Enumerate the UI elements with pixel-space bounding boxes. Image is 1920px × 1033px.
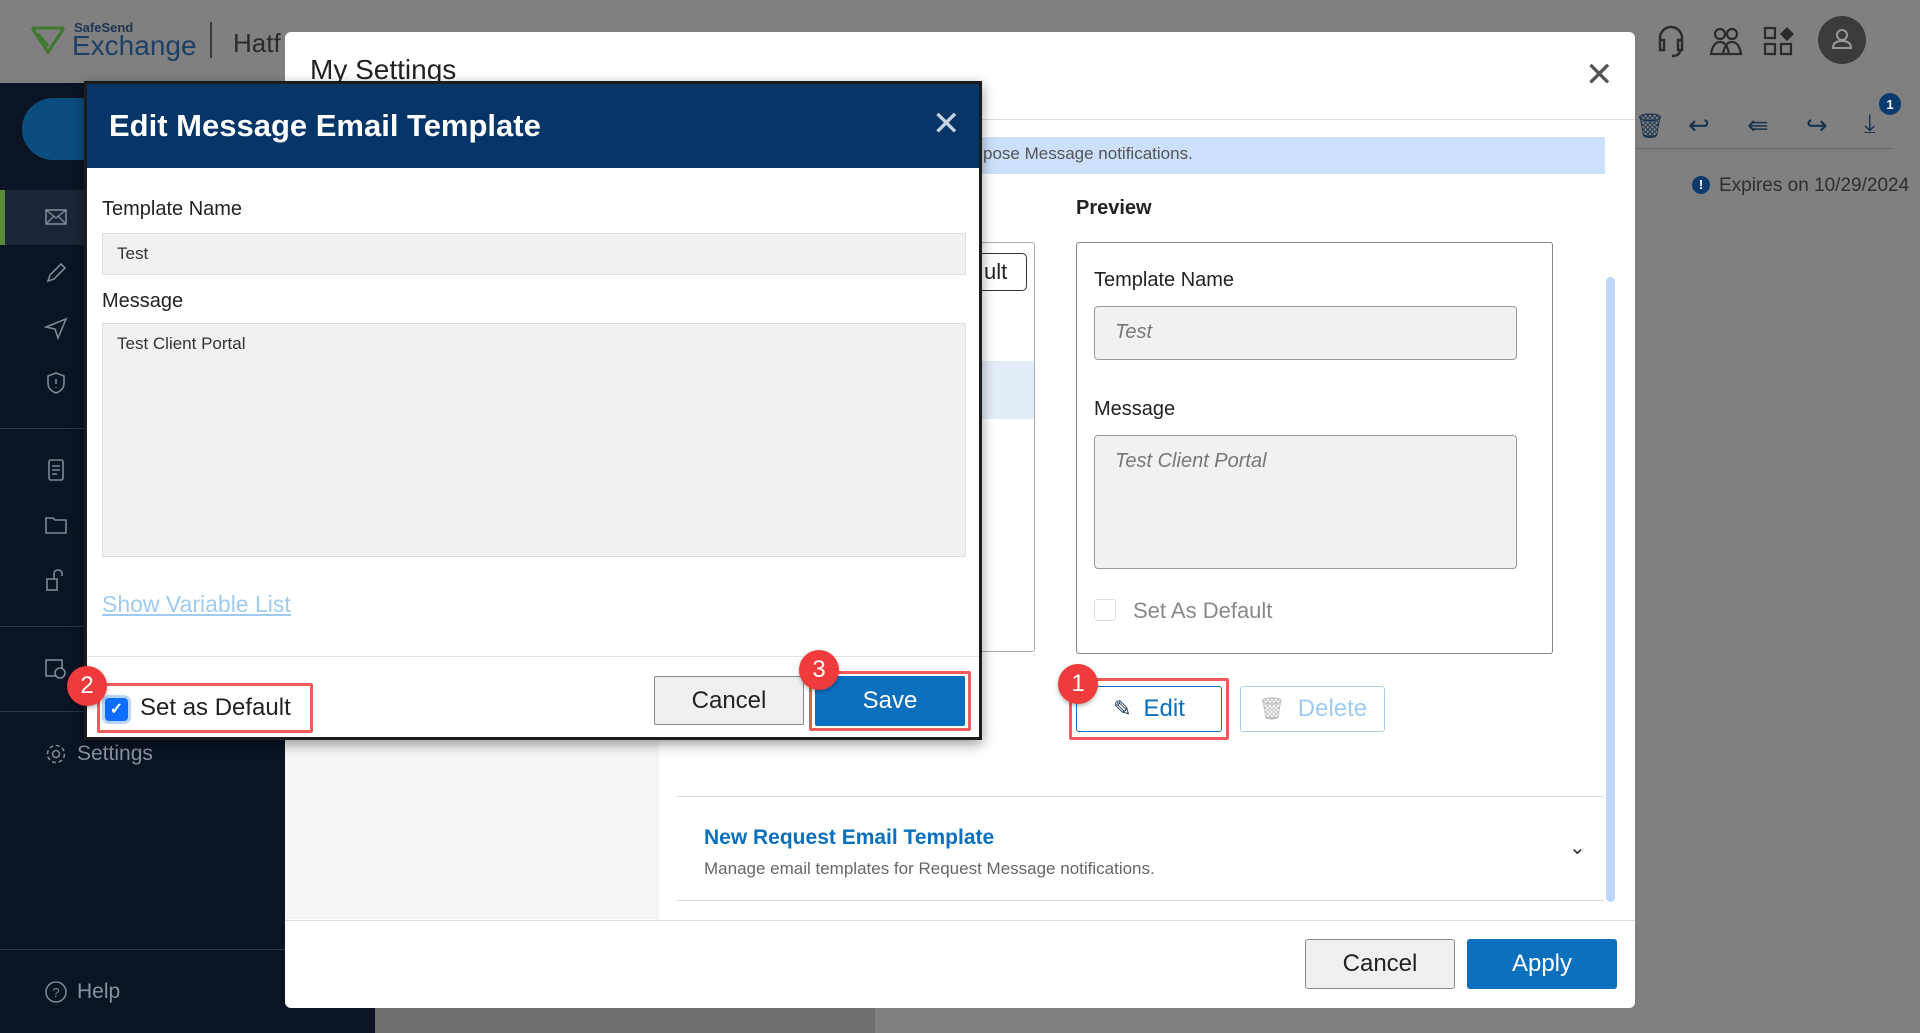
expiry-text: Expires on 10/29/2024 (1719, 175, 1910, 196)
apps-icon[interactable] (1763, 26, 1795, 61)
reply-all-icon[interactable]: ⇚ (1747, 110, 1769, 141)
preview-default-label: Set As Default (1133, 598, 1273, 623)
message-textarea[interactable]: Test Client Portal (102, 323, 966, 557)
scrollbar[interactable] (1606, 277, 1615, 902)
set-default-button[interactable]: ult (975, 253, 1027, 291)
logo-bottom: Exchange (72, 30, 197, 61)
step-2-badge: 2 (67, 666, 107, 706)
dialog-cancel-button[interactable]: Cancel (654, 676, 804, 725)
forward-icon[interactable]: ↪ (1806, 110, 1828, 141)
report-icon[interactable] (44, 657, 68, 681)
section-divider (677, 796, 1604, 797)
edit-template-dialog: Edit Message Email Template ✕ Template N… (67, 81, 982, 740)
download-count-badge: 1 (1879, 93, 1901, 115)
shield-icon[interactable] (44, 371, 68, 395)
send-icon[interactable] (43, 316, 68, 341)
preview-message-label: Message (1094, 398, 1176, 420)
close-icon[interactable]: ✕ (1585, 58, 1614, 92)
footer-divider (285, 920, 1635, 921)
avatar[interactable] (1818, 16, 1866, 64)
banner-text: pose Message notifications. (983, 144, 1193, 163)
dialog-header: Edit Message Email Template ✕ (87, 84, 979, 168)
set-default-label: Set as Default (140, 694, 291, 721)
save-button[interactable]: Save (815, 676, 965, 726)
edit-button[interactable]: ✎ Edit (1076, 686, 1222, 732)
preview-message-field: Test Client Portal (1094, 435, 1517, 569)
delete-label: Delete (1297, 695, 1368, 722)
name-label: Template Name (102, 198, 243, 220)
users-icon[interactable] (1709, 26, 1743, 61)
user-icon (1831, 29, 1853, 49)
section-title[interactable]: New Request Email Template (704, 826, 994, 850)
info-icon: ! (1692, 176, 1710, 194)
company-name: Hatf (233, 28, 281, 58)
logo-divider (210, 22, 212, 58)
cancel-button[interactable]: Cancel (1305, 939, 1455, 989)
reply-icon[interactable]: ↩ (1688, 110, 1710, 141)
headset-icon[interactable] (1656, 24, 1686, 63)
preview-name-field: Test (1094, 306, 1517, 360)
logo-icon (30, 22, 66, 56)
set-default-checkbox[interactable]: ✓ (105, 698, 128, 721)
dialog-title: Edit Message Email Template (109, 108, 541, 143)
folder-icon[interactable] (44, 513, 68, 537)
trash-icon[interactable]: 🗑 (1635, 112, 1665, 141)
sidebar-item-help[interactable]: Help (77, 980, 120, 1004)
pencil-icon[interactable] (44, 261, 68, 285)
delete-button[interactable]: 🗑 Delete (1240, 686, 1385, 732)
help-icon: ? (44, 980, 68, 1004)
template-name-input[interactable]: Test (102, 233, 966, 275)
preview-name-label: Template Name (1094, 269, 1235, 291)
chevron-down-icon[interactable]: ⌄ (1569, 835, 1586, 860)
section-divider (677, 900, 1604, 901)
preview-heading: Preview (1076, 197, 1152, 219)
preview-box: Template Name Test Message Test Client P… (1076, 242, 1553, 654)
dialog-footer-divider (87, 656, 979, 657)
message-label: Message (102, 290, 184, 312)
pencil-icon: ✎ (1113, 696, 1132, 721)
unlock-icon[interactable] (44, 568, 68, 592)
document-icon[interactable] (44, 458, 68, 482)
toolbar-divider (1635, 148, 1893, 149)
gear-icon (44, 742, 68, 766)
trash-icon: 🗑 (1257, 696, 1286, 721)
close-icon[interactable]: ✕ (932, 104, 961, 144)
edit-label: Edit (1143, 695, 1185, 722)
left-panel (285, 732, 659, 919)
step-1-badge: 1 (1058, 664, 1098, 704)
download-icon[interactable]: ⤓ (1864, 108, 1876, 140)
show-variable-list-link[interactable]: Show Variable List (102, 591, 291, 618)
mail-icon (44, 205, 68, 229)
message-toolbar: 🗑 ↩ ⇚ ↪ ⤓ 1 (1635, 93, 1920, 148)
sidebar-item-settings[interactable]: Settings (77, 742, 153, 766)
backdrop (375, 1008, 875, 1033)
apply-button[interactable]: Apply (1467, 939, 1617, 989)
step-3-badge: 3 (799, 650, 839, 690)
section-description: Manage email templates for Request Messa… (704, 859, 1155, 878)
svg-text:?: ? (52, 985, 59, 1000)
preview-default-checkbox (1094, 599, 1116, 621)
